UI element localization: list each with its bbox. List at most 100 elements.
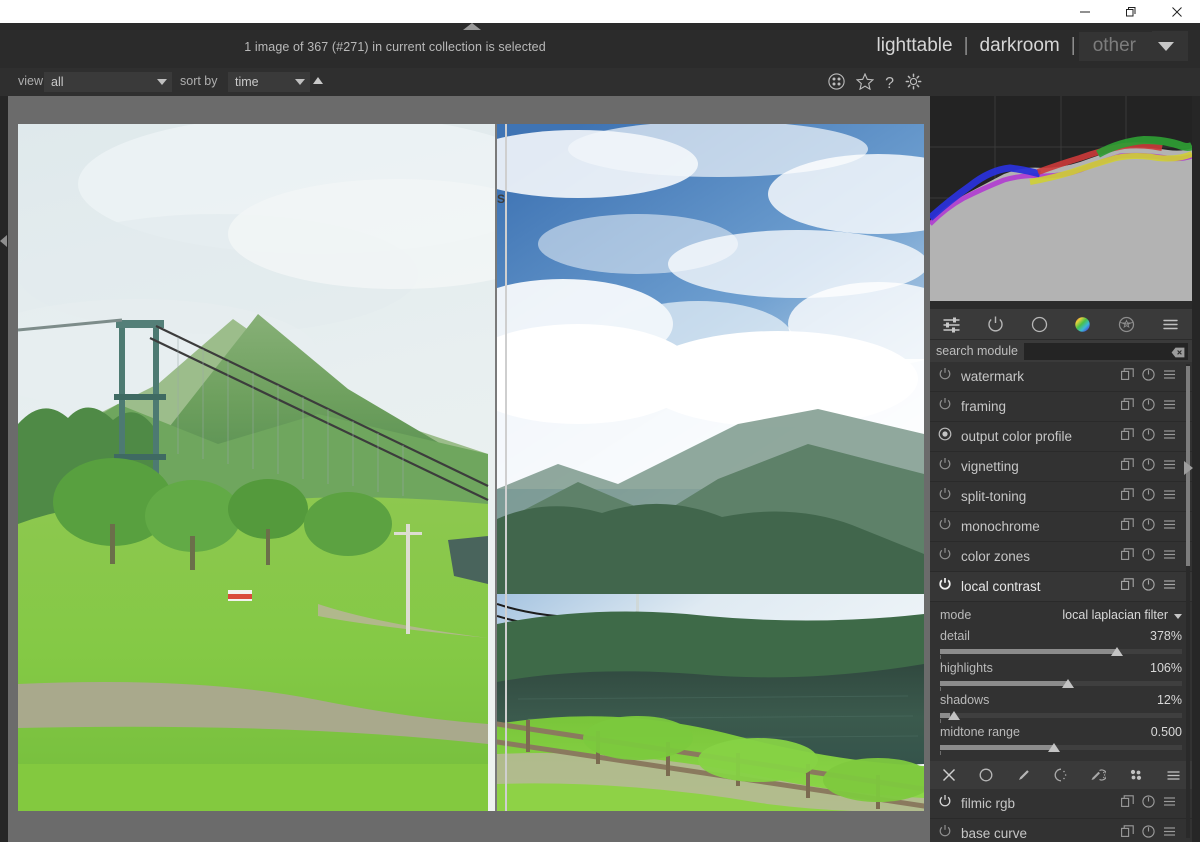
- shadows-slider[interactable]: [940, 710, 1182, 723]
- shadows-row: shadows 12%: [940, 691, 1182, 712]
- module-reset-icon[interactable]: [1142, 547, 1155, 566]
- module-reset-icon[interactable]: [1142, 824, 1155, 842]
- blend-drawn-parametric-mask-icon[interactable]: [1084, 764, 1112, 786]
- help-icon[interactable]: ?: [885, 76, 894, 92]
- blend-raster-mask-icon[interactable]: [1122, 764, 1150, 786]
- multiple-instance-icon[interactable]: [1121, 547, 1134, 566]
- image-before-half: [18, 124, 495, 811]
- blend-parametric-mask-icon[interactable]: [1047, 764, 1075, 786]
- module-row-vignetting[interactable]: vignetting: [930, 452, 1192, 482]
- blend-uniform-icon[interactable]: [972, 764, 1000, 786]
- active-modules-icon[interactable]: [937, 312, 967, 336]
- module-presets-icon[interactable]: [1163, 518, 1176, 536]
- blend-drawn-mask-icon[interactable]: [1010, 764, 1038, 786]
- module-reset-icon[interactable]: [1142, 577, 1155, 596]
- power-icon[interactable]: [938, 547, 952, 566]
- window-minimize-button[interactable]: [1062, 0, 1108, 23]
- module-reset-icon[interactable]: [1142, 427, 1155, 446]
- right-panel-edge-strip[interactable]: [1192, 96, 1200, 842]
- power-icon[interactable]: [938, 487, 952, 506]
- power-icon[interactable]: [938, 397, 952, 416]
- module-presets-icon[interactable]: [1163, 428, 1176, 446]
- module-reset-icon[interactable]: [1142, 457, 1155, 476]
- module-presets-menu-icon[interactable]: [1155, 312, 1185, 336]
- module-presets-icon[interactable]: [1163, 488, 1176, 506]
- slider-track: [940, 713, 1182, 718]
- module-presets-icon[interactable]: [1163, 398, 1176, 416]
- power-icon[interactable]: [938, 824, 952, 842]
- module-row-split-toning[interactable]: split-toning: [930, 482, 1192, 512]
- rgb-histogram[interactable]: [927, 96, 1194, 301]
- module-row-output-color-profile[interactable]: output color profile: [930, 422, 1192, 452]
- module-reset-icon[interactable]: [1142, 517, 1155, 536]
- color-group-icon[interactable]: [1068, 312, 1098, 336]
- module-presets-icon[interactable]: [1163, 795, 1176, 813]
- blend-off-icon[interactable]: [935, 764, 963, 786]
- module-row-framing[interactable]: framing: [930, 392, 1192, 422]
- multiple-instance-icon[interactable]: [1121, 427, 1134, 446]
- view-lighttable[interactable]: lighttable: [869, 35, 961, 57]
- mode-row[interactable]: mode local laplacian filter: [940, 606, 1182, 627]
- module-row-filmic-rgb[interactable]: filmic rgb: [930, 789, 1192, 819]
- multiple-instance-icon[interactable]: [1121, 367, 1134, 386]
- power-icon[interactable]: [938, 577, 952, 596]
- module-reset-icon[interactable]: [1142, 794, 1155, 813]
- chevron-down-icon[interactable]: [1174, 614, 1182, 619]
- module-reset-icon[interactable]: [1142, 367, 1155, 386]
- favorite-modules-icon[interactable]: [980, 312, 1010, 336]
- triangle-up-icon[interactable]: [463, 23, 481, 30]
- module-presets-icon[interactable]: [1163, 578, 1176, 596]
- detail-slider[interactable]: [940, 646, 1182, 659]
- window-close-button[interactable]: [1154, 0, 1200, 23]
- view-dropdown-button[interactable]: [1152, 31, 1188, 61]
- module-reset-icon[interactable]: [1142, 397, 1155, 416]
- star-icon[interactable]: [855, 72, 875, 95]
- module-presets-icon[interactable]: [1163, 458, 1176, 476]
- power-icon[interactable]: [938, 367, 952, 386]
- shortcuts-icon[interactable]: [828, 73, 845, 95]
- left-panel-collapsed-strip[interactable]: [0, 96, 8, 842]
- sort-by-combo[interactable]: time: [228, 72, 310, 92]
- highlights-slider[interactable]: [940, 678, 1182, 691]
- view-other[interactable]: other: [1078, 31, 1152, 61]
- module-row-watermark[interactable]: watermark: [930, 362, 1192, 392]
- module-presets-icon[interactable]: [1163, 548, 1176, 566]
- before-after-split-handle[interactable]: [505, 124, 507, 811]
- blend-presets-icon[interactable]: [1159, 764, 1187, 786]
- preferences-gear-icon[interactable]: [905, 73, 922, 95]
- multiple-instance-icon[interactable]: [1121, 397, 1134, 416]
- triangle-right-icon[interactable]: [1184, 461, 1193, 475]
- search-module-input[interactable]: [1024, 342, 1188, 363]
- multiple-instance-icon[interactable]: [1121, 517, 1134, 536]
- multiple-instance-icon[interactable]: [1121, 487, 1134, 506]
- correction-group-icon[interactable]: [1111, 312, 1141, 336]
- module-reset-icon[interactable]: [1142, 487, 1155, 506]
- power-icon[interactable]: [938, 457, 952, 476]
- module-name: framing: [961, 399, 1007, 414]
- multiple-instance-icon[interactable]: [1121, 457, 1134, 476]
- slider-knob[interactable]: [1047, 743, 1060, 752]
- view-darkroom[interactable]: darkroom: [972, 35, 1068, 57]
- multiple-instance-icon[interactable]: [1121, 794, 1134, 813]
- module-presets-icon[interactable]: [1163, 825, 1176, 842]
- module-row-color-zones[interactable]: color zones: [930, 542, 1192, 572]
- view-filter-combo[interactable]: all: [44, 72, 172, 92]
- tone-group-icon[interactable]: [1024, 312, 1054, 336]
- module-row-monochrome[interactable]: monochrome: [930, 512, 1192, 542]
- slider-knob[interactable]: [1062, 679, 1075, 688]
- module-presets-icon[interactable]: [1163, 368, 1176, 386]
- power-icon[interactable]: [938, 794, 952, 813]
- window-restore-button[interactable]: [1108, 0, 1154, 23]
- module-row-base-curve[interactable]: base curve: [930, 819, 1192, 842]
- sort-direction-toggle[interactable]: [313, 77, 323, 84]
- slider-knob[interactable]: [1110, 647, 1123, 656]
- module-row-local-contrast[interactable]: local contrast: [930, 572, 1192, 602]
- midtone-range-slider[interactable]: [940, 742, 1182, 755]
- backspace-clear-icon[interactable]: [1171, 345, 1185, 363]
- image-canvas[interactable]: S: [18, 124, 924, 811]
- multiple-instance-icon[interactable]: [1121, 824, 1134, 842]
- slider-knob[interactable]: [947, 711, 960, 720]
- power-icon[interactable]: [938, 517, 952, 536]
- triangle-left-icon[interactable]: [0, 235, 7, 247]
- multiple-instance-icon[interactable]: [1121, 577, 1134, 596]
